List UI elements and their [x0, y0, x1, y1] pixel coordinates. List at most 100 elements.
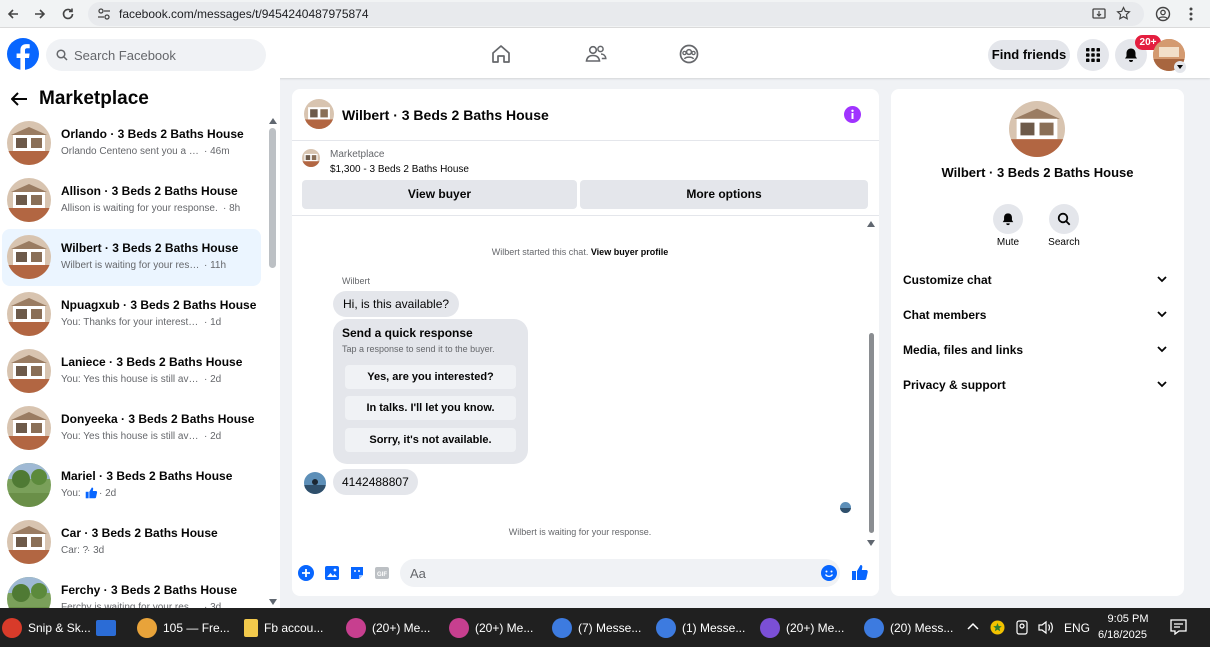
notification-center-icon[interactable] [1170, 619, 1187, 635]
site-info-icon[interactable] [97, 7, 111, 21]
reload-icon[interactable] [59, 5, 77, 23]
scroll-down-arrow-icon[interactable] [269, 599, 277, 605]
taskbar-app[interactable]: (20+) Me... [346, 608, 430, 647]
message-input[interactable]: Aa [400, 559, 840, 587]
buyer-avatar[interactable] [304, 472, 326, 494]
listing-thumbnail[interactable] [302, 149, 320, 167]
conversation-name: Mariel · 3 Beds 2 Baths House [61, 469, 233, 483]
chat-title[interactable]: Wilbert · 3 Beds 2 Baths House [342, 107, 549, 123]
conversation-preview: Wilbert is waiting for your respon... [61, 260, 201, 271]
friends-icon[interactable] [585, 44, 607, 66]
search-chat-button[interactable] [1049, 204, 1079, 234]
conversation-time: · 8h [223, 203, 241, 214]
emoji-icon[interactable] [821, 565, 837, 581]
show-hidden-icons-icon[interactable] [967, 622, 979, 630]
conversation-avatar [7, 577, 51, 608]
clock-time[interactable]: 9:05 PM [1104, 613, 1152, 625]
conversation-item[interactable]: Wilbert · 3 Beds 2 Baths House Wilbert is… [2, 229, 261, 286]
taskbar-app[interactable]: Snip & Sk... [2, 608, 91, 647]
taskbar-app-label: Snip & Sk... [28, 620, 91, 635]
conversation-item[interactable]: Car · 3 Beds 2 Baths House Car: ? · 3d [2, 514, 261, 571]
conversation-avatar [7, 520, 51, 564]
taskbar-app[interactable]: (7) Messe... [552, 608, 641, 647]
add-more-icon[interactable] [298, 565, 314, 581]
chat-members-row[interactable]: Chat members [903, 300, 1173, 330]
conversation-item[interactable]: Donyeeka · 3 Beds 2 Baths House You: Yes … [2, 400, 261, 457]
taskbar-app[interactable]: (1) Messe... [656, 608, 745, 647]
buyer-message-bubble[interactable]: Hi, is this available? [333, 291, 460, 317]
language-indicator[interactable]: ENG [1064, 621, 1090, 635]
taskbar-app[interactable]: (20+) Me... [760, 608, 844, 647]
install-app-icon[interactable] [1092, 7, 1106, 21]
quick-response-option[interactable]: Sorry, it's not available. [345, 428, 516, 452]
conversation-avatar [7, 463, 51, 507]
conversation-item[interactable]: Laniece · 3 Beds 2 Baths House You: Yes t… [2, 343, 261, 400]
details-avatar[interactable] [1009, 101, 1065, 157]
taskbar-app-icon [864, 617, 884, 638]
like-thumb-icon[interactable] [851, 563, 869, 581]
conversation-item[interactable]: Ferchy · 3 Beds 2 Baths House Ferchy is w… [2, 571, 261, 608]
photo-icon[interactable] [324, 565, 340, 581]
menu-grid-icon[interactable] [1077, 39, 1109, 71]
quick-response-option[interactable]: In talks. I'll let you know. [345, 396, 516, 420]
taskbar-app[interactable]: 105 — Fre... [137, 608, 230, 647]
section-label: Privacy & support [903, 378, 1006, 392]
message-thread: Wilbert started this chat. View buyer pr… [292, 219, 868, 555]
volume-icon[interactable] [1038, 620, 1054, 635]
chat-scroll-down-icon[interactable] [867, 540, 875, 546]
quick-response-option[interactable]: Yes, are you interested? [345, 365, 516, 389]
bookmark-star-icon[interactable] [1116, 6, 1131, 21]
url-text[interactable]: facebook.com/messages/t/9454240487975874 [119, 7, 369, 21]
conversation-item[interactable]: Allison · 3 Beds 2 Baths House Allison is… [2, 172, 261, 229]
conversation-time: · 2d [99, 488, 117, 499]
conversation-item[interactable]: Mariel · 3 Beds 2 Baths House You: · 2d [2, 457, 261, 514]
conversation-list: Orlando · 3 Beds 2 Baths House Orlando Ce… [0, 115, 266, 608]
windows-taskbar: Snip & Sk... 105 — Fre... Fb accou... (20+)… [0, 608, 1210, 647]
conversation-preview: Orlando Centeno sent you a mes... [61, 146, 201, 157]
waiting-notice: Wilbert is waiting for your response. [508, 527, 652, 537]
tray-app-icon[interactable] [990, 620, 1005, 635]
view-buyer-button[interactable]: View buyer [302, 180, 577, 209]
search-facebook-input[interactable]: Search Facebook [46, 39, 266, 71]
privacy-support-row[interactable]: Privacy & support [903, 370, 1173, 400]
conversation-avatar [7, 292, 51, 336]
back-arrow-icon[interactable] [11, 92, 28, 106]
conversation-item[interactable]: Orlando · 3 Beds 2 Baths House Orlando Ce… [2, 115, 261, 172]
back-icon[interactable] [4, 5, 22, 23]
sticker-icon[interactable] [349, 565, 365, 581]
chat-scrollbar[interactable] [869, 333, 874, 533]
address-bar[interactable]: facebook.com/messages/t/9454240487975874 [88, 2, 1144, 26]
facebook-header: Search Facebook Find friends 20+ [0, 28, 1210, 78]
find-friends-button[interactable]: Find friends [988, 40, 1070, 70]
chat-started-notice: Wilbert started this chat. View buyer pr… [491, 247, 669, 257]
buyer-phone-message[interactable]: 4142488807 [333, 469, 418, 495]
chat-scroll-up-icon[interactable] [867, 221, 875, 227]
conversation-info-icon[interactable] [844, 106, 861, 123]
clock-date[interactable]: 6/18/2025 [1098, 629, 1147, 641]
gif-icon[interactable]: GIF [374, 565, 390, 581]
customize-chat-row[interactable]: Customize chat [903, 265, 1173, 295]
menu-dots-icon[interactable] [1182, 5, 1200, 23]
conversation-avatar [7, 178, 51, 222]
camera-tray-icon[interactable] [1015, 620, 1029, 635]
facebook-logo-icon[interactable] [7, 38, 39, 70]
search-icon [56, 49, 68, 61]
chat-header-avatar[interactable] [304, 99, 334, 129]
more-options-button[interactable]: More options [580, 180, 868, 209]
profile-icon[interactable] [1154, 5, 1172, 23]
conversation-item[interactable]: Npuagxub · 3 Beds 2 Baths House You: Than… [2, 286, 261, 343]
taskbar-app-icon [137, 617, 157, 638]
groups-icon[interactable] [679, 44, 701, 66]
scroll-up-arrow-icon[interactable] [269, 118, 277, 124]
conversation-scrollbar[interactable] [269, 128, 276, 268]
home-icon[interactable] [491, 44, 513, 66]
taskbar-app[interactable] [96, 608, 122, 647]
mute-button[interactable] [993, 204, 1023, 234]
account-chevron-icon[interactable] [1174, 61, 1186, 73]
taskbar-app[interactable]: (20+) Me... [449, 608, 533, 647]
taskbar-app[interactable]: Fb accou... [244, 608, 323, 647]
view-buyer-profile-link[interactable]: View buyer profile [591, 247, 668, 257]
media-files-links-row[interactable]: Media, files and links [903, 335, 1173, 365]
forward-icon[interactable] [31, 5, 49, 23]
taskbar-app[interactable]: (20) Mess... [864, 608, 953, 647]
